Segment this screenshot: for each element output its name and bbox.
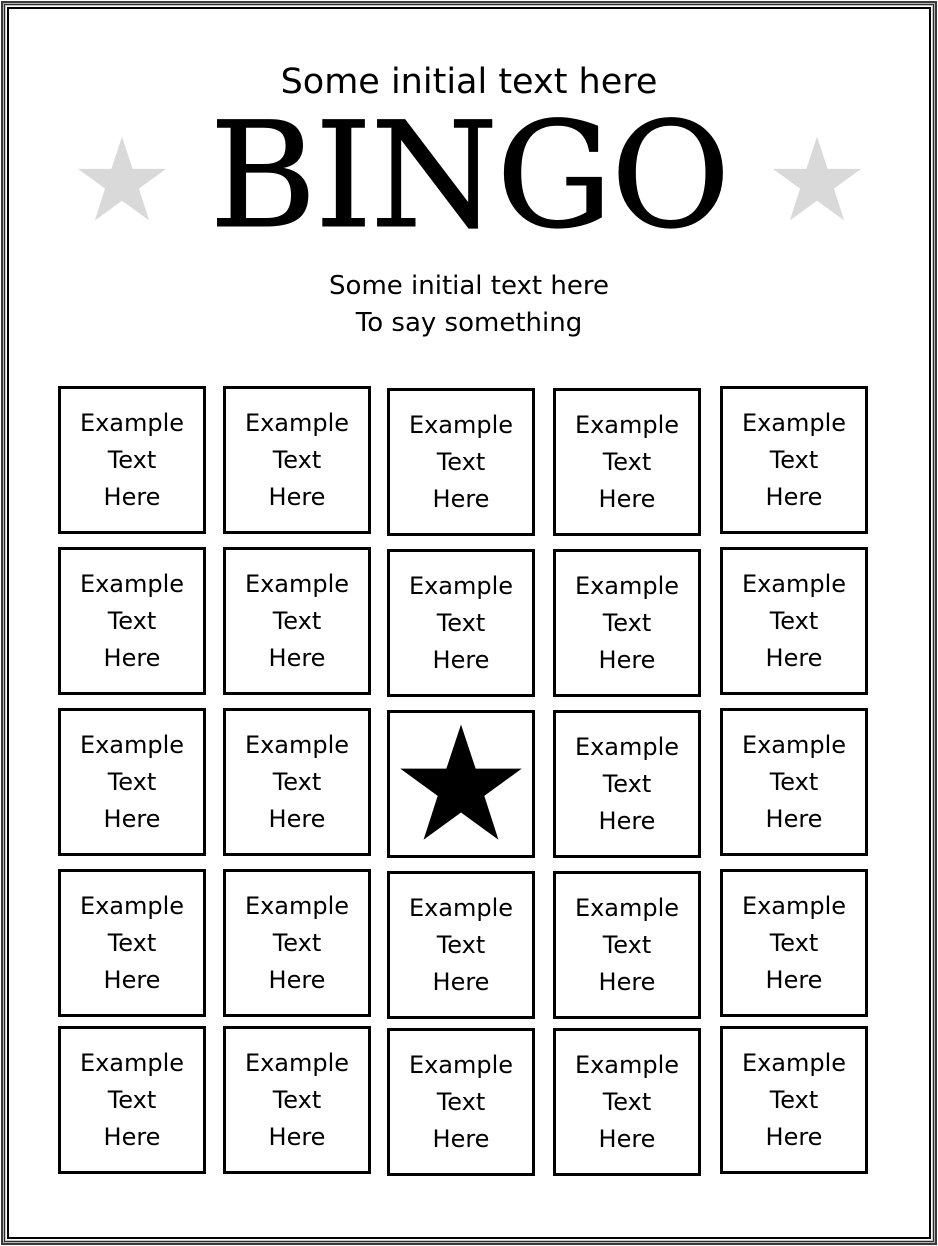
cell-text: Example Text Here	[408, 571, 514, 674]
bingo-cell[interactable]: Example Text Here	[387, 1028, 535, 1176]
bingo-cell[interactable]: Example Text Here	[720, 869, 868, 1017]
cell-text: Example Text Here	[574, 893, 680, 996]
bingo-cell[interactable]: Example Text Here	[223, 386, 371, 534]
bingo-cell[interactable]: Example Text Here	[553, 549, 701, 697]
subtitle: Some initial text here To say something	[0, 268, 938, 342]
cell-text: Example Text Here	[408, 893, 514, 996]
bingo-cell[interactable]: Example Text Here	[223, 708, 371, 856]
cell-text: Example Text Here	[244, 569, 350, 672]
bingo-cell[interactable]: Example Text Here	[720, 1026, 868, 1174]
bingo-cell[interactable]: Example Text Here	[58, 386, 206, 534]
bingo-cell[interactable]: Example Text Here	[387, 549, 535, 697]
bingo-cell[interactable]: Example Text Here	[720, 386, 868, 534]
cell-text: Example Text Here	[574, 571, 680, 674]
cell-text: Example Text Here	[574, 1050, 680, 1153]
cell-text: Example Text Here	[741, 408, 847, 511]
cell-text: Example Text Here	[741, 730, 847, 833]
cell-text: Example Text Here	[244, 1048, 350, 1151]
cell-text: Example Text Here	[79, 408, 185, 511]
bingo-cell[interactable]: Example Text Here	[58, 708, 206, 856]
cell-text: Example Text Here	[741, 1048, 847, 1151]
bingo-cell[interactable]: Example Text Here	[223, 547, 371, 695]
bingo-cell[interactable]: Example Text Here	[58, 869, 206, 1017]
cell-text: Example Text Here	[408, 410, 514, 513]
cell-text: Example Text Here	[741, 891, 847, 994]
bingo-cell[interactable]: Example Text Here	[553, 388, 701, 536]
bingo-cell[interactable]: Example Text Here	[553, 710, 701, 858]
subtitle-line: To say something	[355, 308, 583, 338]
bingo-cell[interactable]: Example Text Here	[58, 547, 206, 695]
cell-text: Example Text Here	[79, 891, 185, 994]
subtitle-line: Some initial text here	[329, 271, 609, 301]
bingo-cell[interactable]: Example Text Here	[223, 1026, 371, 1174]
bingo-cell[interactable]: Example Text Here	[720, 547, 868, 695]
bingo-cell[interactable]: Example Text Here	[553, 1028, 701, 1176]
cell-text: Example Text Here	[79, 730, 185, 833]
cell-text: Example Text Here	[574, 732, 680, 835]
cell-text: Example Text Here	[244, 891, 350, 994]
bingo-cell[interactable]: Example Text Here	[720, 708, 868, 856]
bingo-cell[interactable]: Example Text Here	[553, 871, 701, 1019]
bingo-cell[interactable]: Example Text Here	[387, 388, 535, 536]
bingo-cell[interactable]: Example Text Here	[223, 869, 371, 1017]
cell-text: Example Text Here	[574, 410, 680, 513]
star-icon	[400, 724, 522, 840]
cell-text: Example Text Here	[408, 1050, 514, 1153]
cell-text: Example Text Here	[741, 569, 847, 672]
cell-text: Example Text Here	[79, 569, 185, 672]
cell-text: Example Text Here	[244, 730, 350, 833]
free-space-cell[interactable]	[387, 710, 535, 858]
cell-text: Example Text Here	[79, 1048, 185, 1151]
bingo-cell[interactable]: Example Text Here	[58, 1026, 206, 1174]
bingo-cell[interactable]: Example Text Here	[387, 871, 535, 1019]
cell-text: Example Text Here	[244, 408, 350, 511]
star-icon	[772, 136, 862, 221]
